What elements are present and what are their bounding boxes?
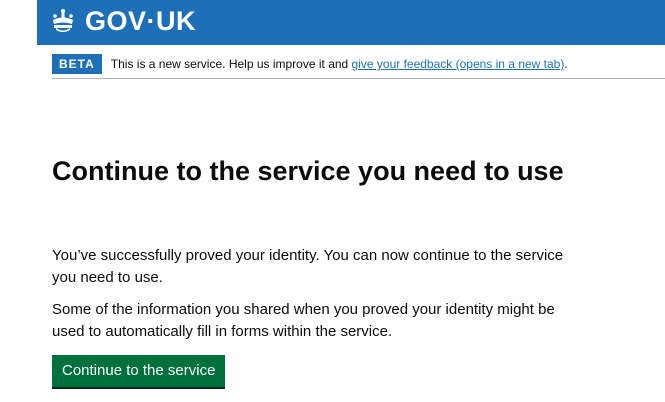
continue-to-service-button[interactable]: Continue to the service xyxy=(52,355,226,387)
govuk-header: GOV·UK xyxy=(37,0,665,45)
phase-banner-message: This is a new service. Help us improve i… xyxy=(110,57,352,71)
feedback-link[interactable]: give your feedback (opens in a new tab) xyxy=(352,57,565,71)
phase-banner-suffix: . xyxy=(564,57,568,71)
beta-tag: BETA xyxy=(52,54,102,74)
govuk-logo-link[interactable]: GOV·UK xyxy=(49,4,196,38)
logo-text: GOV·UK xyxy=(85,6,196,36)
body-paragraph-information-shared: Some of the information you shared when … xyxy=(52,301,555,340)
phase-banner: BETA This is a new service. Help us impr… xyxy=(52,50,665,79)
body-paragraph-identity-proved: You’ve successfully proved your identity… xyxy=(52,247,564,286)
crown-icon xyxy=(53,9,73,32)
phase-banner-text: This is a new service. Help us improve i… xyxy=(111,56,568,72)
page-title: Continue to the service you need to use xyxy=(52,156,564,186)
